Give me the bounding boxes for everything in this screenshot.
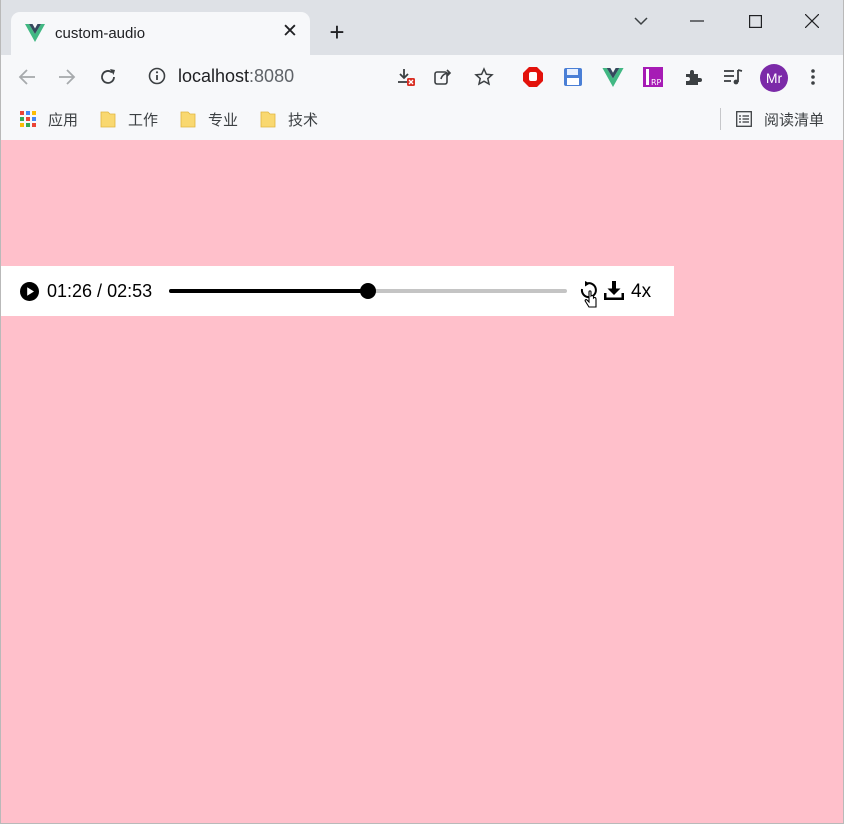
play-icon[interactable] bbox=[20, 282, 39, 301]
bookmark-label: 技术 bbox=[288, 111, 319, 129]
new-tab-button[interactable]: + bbox=[324, 19, 350, 46]
progress-track[interactable] bbox=[169, 283, 567, 299]
browser-window: custom-audio ✕ + localhost:8080 RP Mr 应用… bbox=[0, 0, 844, 824]
bookmark-star-icon[interactable] bbox=[472, 65, 496, 89]
bookmark-folder-work[interactable]: 工作 bbox=[100, 108, 158, 130]
time-display: 01:26 / 02:53 bbox=[47, 281, 152, 302]
media-queue-icon[interactable] bbox=[721, 65, 745, 89]
bookmarks-bar: 应用 工作 专业 技术 阅读清单 bbox=[1, 99, 843, 140]
bookmark-folder-professional[interactable]: 专业 bbox=[180, 108, 238, 130]
menu-kebab-icon[interactable] bbox=[801, 65, 825, 89]
vue-logo-icon bbox=[25, 24, 45, 42]
adblock-icon[interactable] bbox=[521, 65, 545, 89]
blocked-download-icon[interactable] bbox=[394, 65, 418, 89]
address-port: :8080 bbox=[249, 66, 295, 86]
forward-arrow-icon[interactable] bbox=[55, 65, 79, 89]
reading-list-button[interactable]: 阅读清单 bbox=[736, 108, 824, 130]
apps-grid-icon bbox=[20, 111, 36, 127]
maximize-icon[interactable] bbox=[742, 8, 768, 34]
progress-thumb[interactable] bbox=[360, 283, 376, 299]
bookmark-apps[interactable]: 应用 bbox=[20, 108, 78, 130]
tab-close-icon[interactable]: ✕ bbox=[279, 21, 301, 43]
folder-icon bbox=[180, 111, 196, 128]
reload-icon[interactable] bbox=[96, 65, 120, 89]
tab-title: custom-audio bbox=[55, 25, 146, 42]
svg-text:RP: RP bbox=[651, 78, 662, 87]
bookmark-label: 应用 bbox=[48, 111, 79, 129]
back-arrow-icon[interactable] bbox=[15, 65, 39, 89]
title-bar: custom-audio ✕ + bbox=[1, 0, 843, 55]
bookmark-label: 工作 bbox=[128, 111, 159, 129]
browser-tab[interactable]: custom-audio ✕ bbox=[11, 12, 310, 55]
time-separator: / bbox=[92, 281, 108, 301]
audio-player: 01:26 / 02:53 4x bbox=[1, 266, 674, 316]
vue-devtools-icon[interactable] bbox=[601, 65, 625, 89]
reading-list-label: 阅读清单 bbox=[764, 111, 825, 129]
playback-speed[interactable]: 4x bbox=[631, 281, 651, 303]
rp-icon[interactable]: RP bbox=[641, 65, 665, 89]
puzzle-extensions-icon[interactable] bbox=[681, 65, 705, 89]
reload-audio-icon[interactable] bbox=[578, 280, 600, 310]
duration: 02:53 bbox=[107, 281, 153, 301]
download-icon[interactable] bbox=[603, 280, 625, 302]
share-icon[interactable] bbox=[431, 65, 455, 89]
close-window-icon[interactable] bbox=[799, 8, 825, 34]
address-host: localhost bbox=[178, 66, 250, 86]
tab-search-chevron-icon[interactable] bbox=[628, 8, 654, 34]
browser-toolbar: localhost:8080 RP bbox=[1, 55, 843, 99]
progress-fill bbox=[169, 289, 368, 293]
folder-icon bbox=[100, 111, 116, 128]
minimize-icon[interactable] bbox=[684, 8, 710, 34]
bookmarks-divider bbox=[720, 108, 721, 130]
save-disk-icon[interactable] bbox=[561, 65, 585, 89]
bookmark-label: 专业 bbox=[208, 111, 239, 129]
address-bar[interactable]: localhost:8080 bbox=[178, 66, 294, 87]
reading-list-icon bbox=[736, 111, 752, 127]
current-time: 01:26 bbox=[47, 281, 93, 301]
bookmark-folder-tech[interactable]: 技术 bbox=[260, 108, 318, 130]
page-content: 01:26 / 02:53 4x bbox=[1, 140, 843, 823]
site-info-icon[interactable] bbox=[147, 66, 167, 86]
profile-avatar[interactable]: Mr bbox=[760, 64, 788, 92]
folder-icon bbox=[260, 111, 276, 128]
